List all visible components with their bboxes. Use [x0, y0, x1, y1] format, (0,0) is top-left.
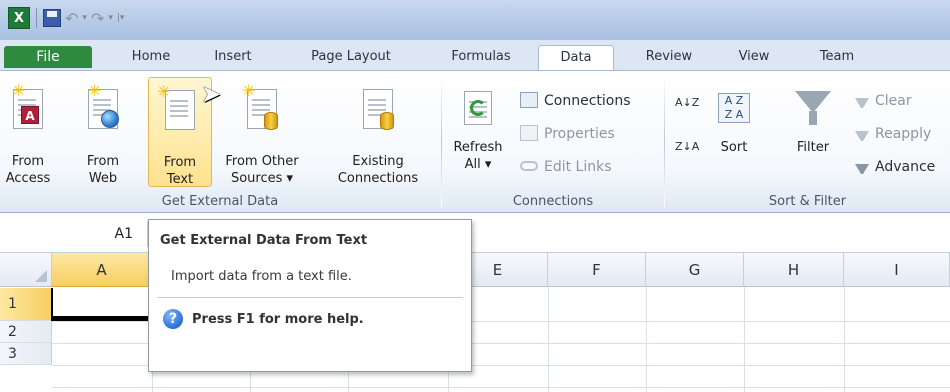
- name-box[interactable]: A1: [0, 221, 148, 247]
- column-header-i[interactable]: I: [844, 253, 950, 287]
- link-icon: [520, 161, 538, 171]
- formula-bar: A1: [0, 213, 950, 253]
- new-burst-icon: ✳: [242, 81, 256, 100]
- tab-data[interactable]: Data: [538, 45, 614, 70]
- connections-button[interactable]: Connections: [520, 89, 631, 113]
- ribbon: A ✳ From Access ✳ From Web ✳ ➤ From Text…: [0, 70, 950, 213]
- tooltip-divider: [157, 297, 463, 298]
- save-icon[interactable]: [43, 9, 61, 27]
- properties-button[interactable]: Properties: [520, 122, 615, 146]
- tooltip-description: Import data from a text file.: [171, 269, 352, 284]
- customize-qat-icon[interactable]: |▾: [117, 13, 125, 23]
- row-header-1[interactable]: 1: [0, 288, 52, 321]
- from-access-button[interactable]: A ✳ From Access: [4, 77, 52, 187]
- clear-filter-button[interactable]: Clear: [855, 89, 912, 113]
- clear-filter-icon: [855, 98, 869, 108]
- sort-a-to-z-button[interactable]: A↓Z: [675, 97, 699, 121]
- grid-line: [52, 387, 950, 388]
- from-text-button[interactable]: ✳ ➤ From Text: [148, 77, 221, 187]
- qat-separator: [36, 8, 37, 28]
- tab-formulas[interactable]: Formulas: [436, 45, 526, 70]
- tooltip-title: Get External Data From Text: [160, 233, 368, 248]
- tab-view[interactable]: View: [728, 45, 780, 70]
- worksheet-grid: A B C D E F G H I 1 2 3: [0, 253, 950, 392]
- undo-dropdown-icon[interactable]: ▾: [82, 13, 87, 23]
- reapply-button[interactable]: Reapply: [855, 122, 931, 146]
- sort-button[interactable]: A ZZ A Sort: [709, 77, 759, 187]
- column-header-a[interactable]: A: [52, 253, 152, 287]
- tab-file[interactable]: File: [4, 46, 92, 68]
- ribbon-tabs: File Home Insert Page Layout Formulas Da…: [0, 40, 950, 70]
- filter-button[interactable]: Filter: [785, 77, 841, 187]
- new-burst-icon: ✳: [157, 82, 171, 101]
- refresh-all-button[interactable]: Refresh All ▾: [448, 77, 508, 187]
- reapply-icon: [855, 131, 869, 141]
- tooltip-help: ? Press F1 for more help.: [163, 309, 364, 329]
- advanced-filter-button[interactable]: Advance: [855, 155, 935, 179]
- from-web-button[interactable]: ✳ From Web: [80, 77, 126, 187]
- sort-z-to-a-icon: Z↓A: [675, 140, 700, 153]
- existing-connections-button[interactable]: Existing Connections: [326, 77, 430, 187]
- row-header-3[interactable]: 3: [0, 343, 52, 365]
- redo-dropdown-icon[interactable]: ▾: [108, 13, 113, 23]
- column-header-f[interactable]: F: [548, 253, 646, 287]
- sort-z-to-a-button[interactable]: Z↓A: [675, 141, 699, 165]
- select-all-button[interactable]: [0, 253, 52, 287]
- sort-a-to-z-icon: A↓Z: [675, 96, 700, 109]
- screen-tip: Get External Data From Text Import data …: [148, 219, 472, 372]
- redo-icon[interactable]: ↷: [91, 9, 104, 28]
- group-sort-filter: A↓Z Z↓A A ZZ A Sort Filter Clear Reapply…: [665, 71, 950, 212]
- tab-team[interactable]: Team: [806, 45, 868, 70]
- filter-funnel-icon: [795, 91, 831, 113]
- tab-page-layout[interactable]: Page Layout: [296, 45, 406, 70]
- group-label-sort-filter: Sort & Filter: [768, 194, 847, 209]
- group-get-external-data: A ✳ From Access ✳ From Web ✳ ➤ From Text…: [0, 71, 440, 212]
- properties-icon: [520, 125, 538, 141]
- group-label-get-external-data: Get External Data: [161, 194, 279, 209]
- undo-icon[interactable]: ↶: [65, 9, 78, 28]
- grid-line: [744, 287, 745, 392]
- group-label-connections: Connections: [512, 194, 594, 209]
- existing-connections-icon: [363, 89, 394, 130]
- column-header-g[interactable]: G: [646, 253, 744, 287]
- row-header-2[interactable]: 2: [0, 321, 52, 343]
- edit-links-button[interactable]: Edit Links: [520, 155, 612, 179]
- help-icon: ?: [163, 309, 183, 329]
- connections-icon: [520, 92, 538, 108]
- group-connections: Refresh All ▾ Connections Properties Edi…: [442, 71, 664, 212]
- tab-insert[interactable]: Insert: [202, 45, 264, 70]
- grid-line: [844, 287, 845, 392]
- active-cell-a1[interactable]: [51, 288, 152, 321]
- grid-line: [646, 287, 647, 392]
- new-burst-icon: ✳: [88, 81, 102, 100]
- quick-access-toolbar: X ↶ ▾ ↷ ▾ |▾: [8, 7, 124, 29]
- title-bar: X ↶ ▾ ↷ ▾ |▾: [0, 0, 950, 40]
- tooltip-help-text: Press F1 for more help.: [192, 311, 364, 327]
- advanced-filter-icon: [855, 164, 869, 174]
- tab-review[interactable]: Review: [634, 45, 704, 70]
- new-burst-icon: ✳: [12, 81, 26, 100]
- excel-logo-icon[interactable]: X: [8, 7, 30, 29]
- column-header-h[interactable]: H: [744, 253, 844, 287]
- tab-home[interactable]: Home: [122, 45, 180, 70]
- sort-dialog-icon: A ZZ A: [718, 93, 750, 123]
- from-other-sources-button[interactable]: ✳ From Other Sources ▾: [214, 77, 310, 187]
- grid-line: [548, 287, 549, 392]
- refresh-icon: [464, 91, 492, 125]
- formula-input[interactable]: [472, 221, 942, 247]
